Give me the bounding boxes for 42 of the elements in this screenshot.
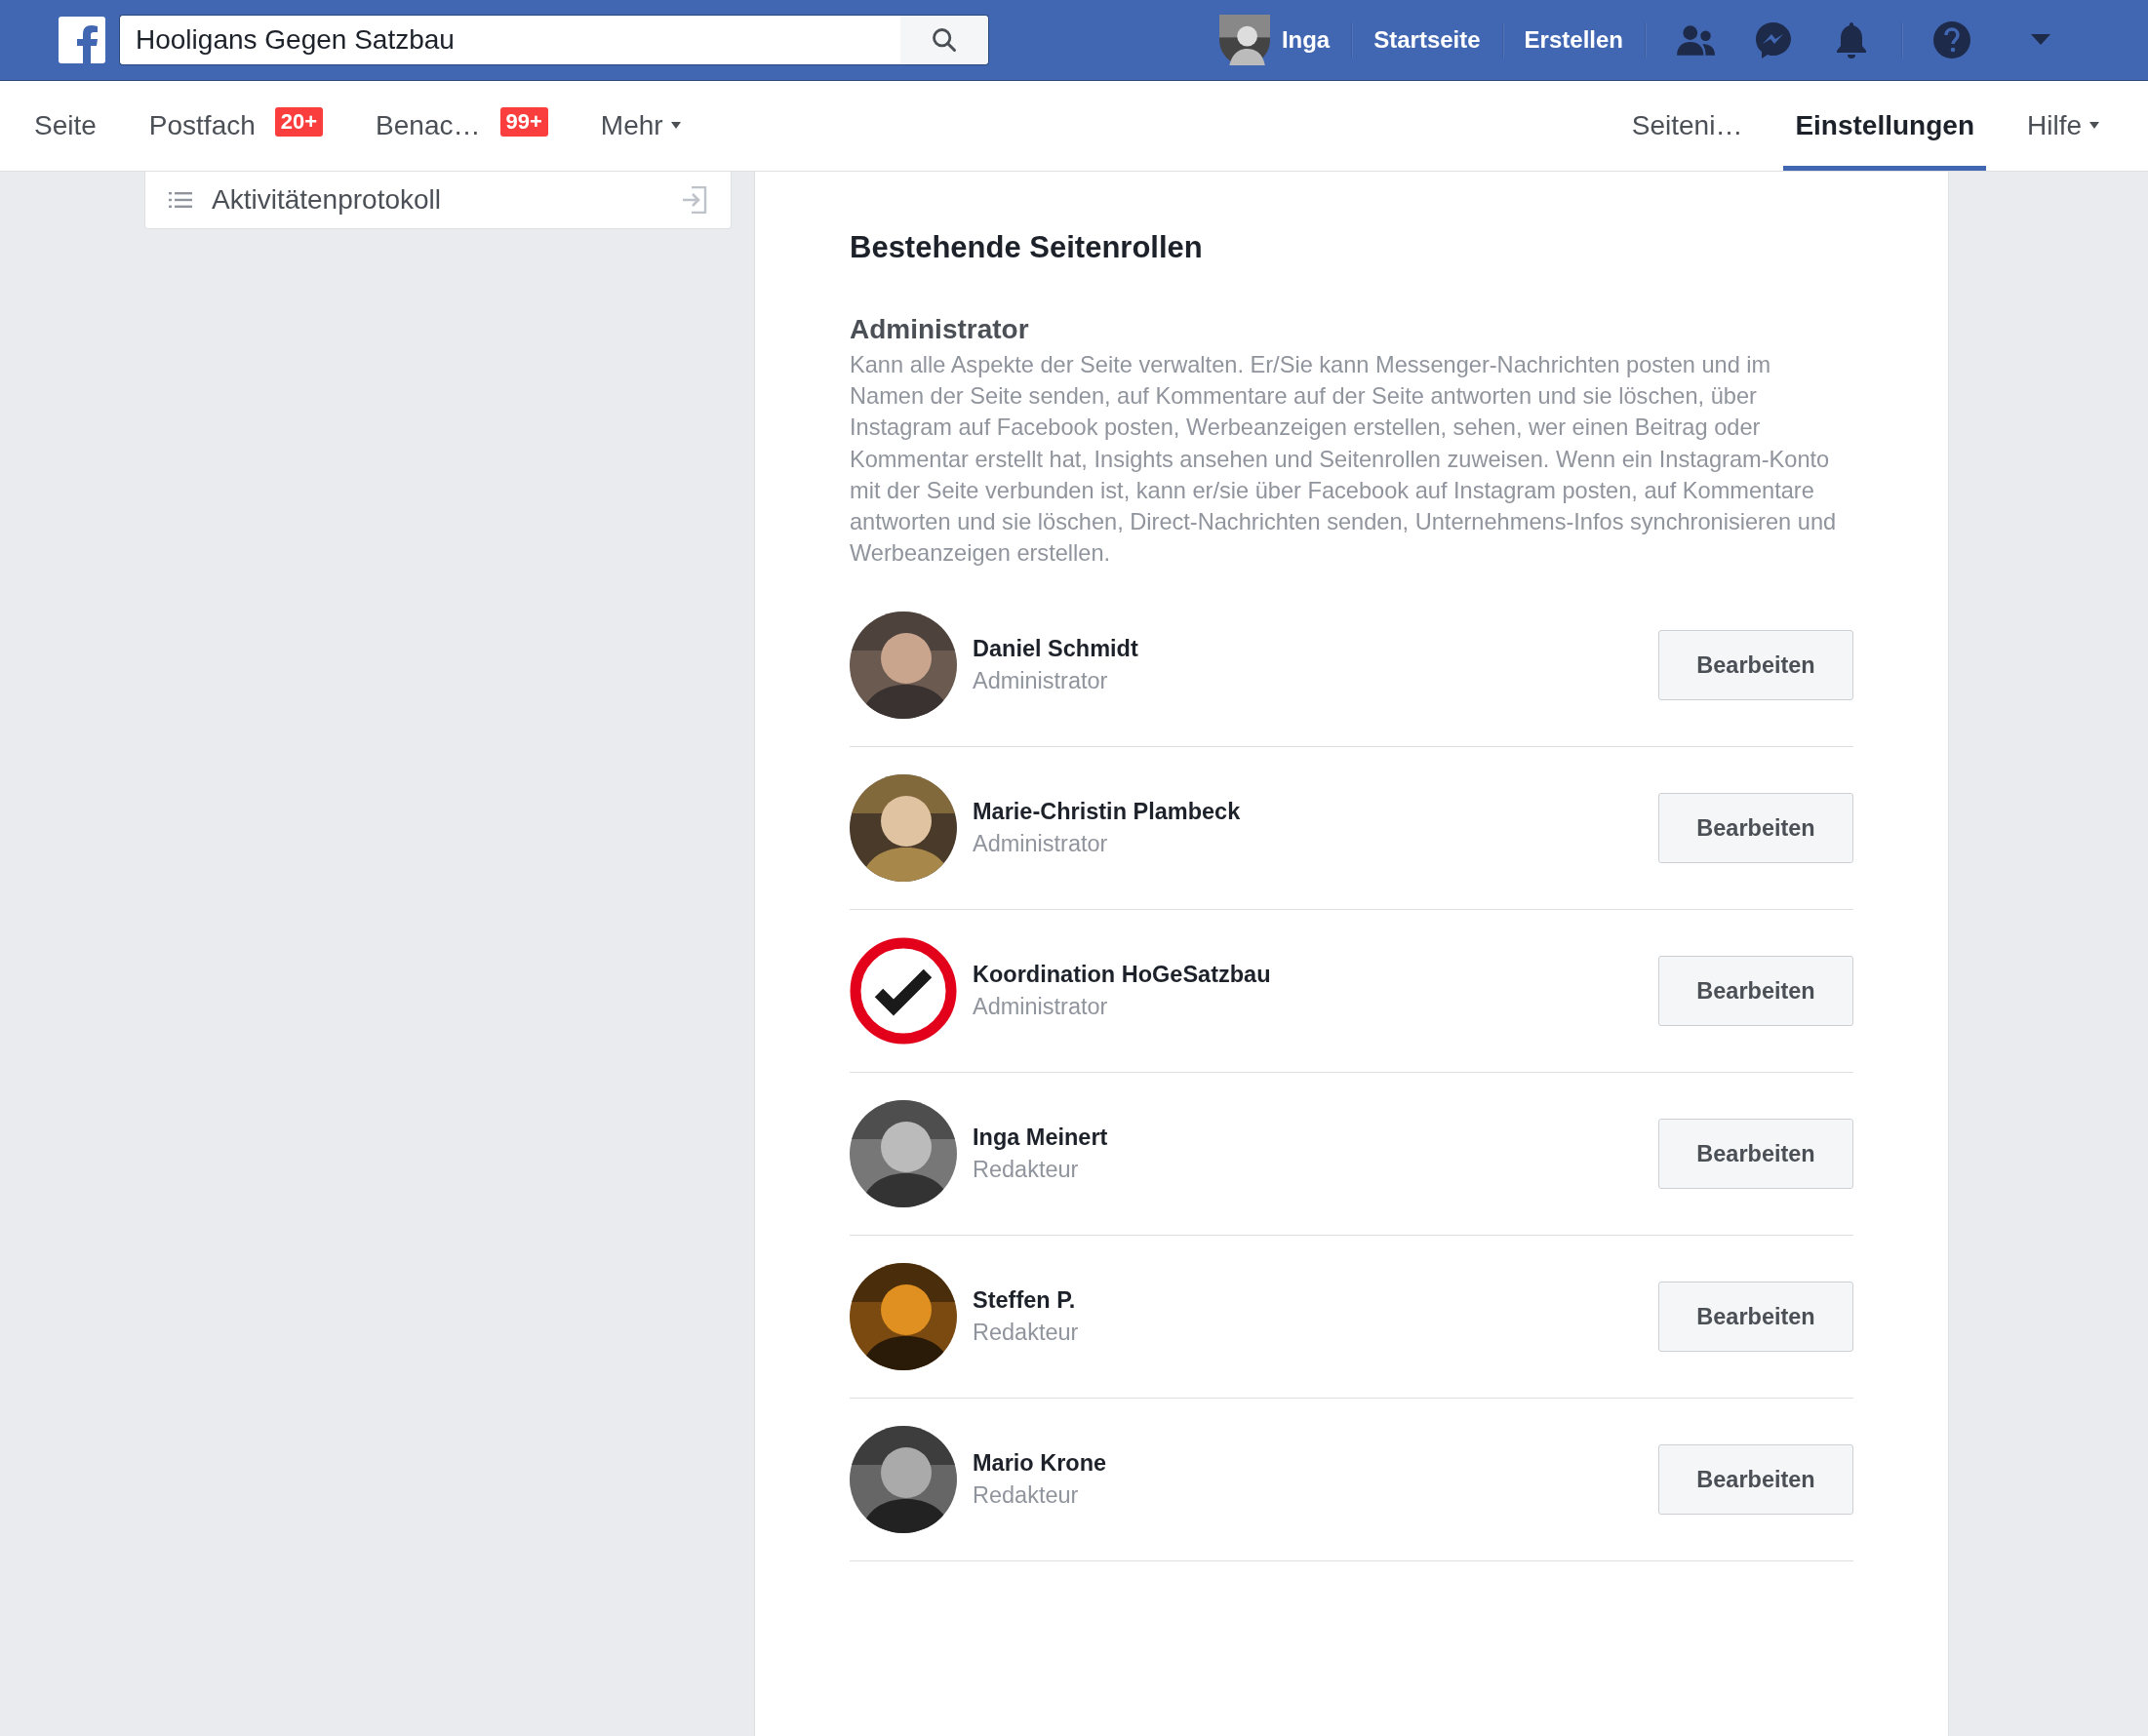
count-badge: 99+ [499, 107, 548, 137]
member-role: Administrator [973, 831, 1108, 858]
member-name[interactable]: Inga Meinert [973, 1124, 1108, 1152]
caret-icon[interactable] [2031, 34, 2050, 46]
member-name[interactable]: Koordination HoGeSatzbau [973, 962, 1271, 989]
edit-button[interactable]: Bearbeiten [1658, 793, 1853, 864]
profile-link[interactable]: Inga [1218, 15, 1331, 65]
member-role: Redakteur [973, 1157, 1079, 1184]
role-title: Administrator [850, 314, 1030, 345]
member-name[interactable]: Daniel Schmidt [973, 636, 1138, 663]
member-role: Administrator [973, 994, 1108, 1021]
list-icon [169, 191, 192, 209]
nav-link[interactable]: Erstellen [1524, 26, 1623, 54]
edit-button[interactable]: Bearbeiten [1658, 956, 1853, 1027]
enter-icon [682, 186, 707, 214]
member-role: Administrator [973, 668, 1108, 695]
member-name[interactable]: Mario Krone [973, 1450, 1107, 1478]
member-name[interactable]: Steffen P. [973, 1287, 1076, 1315]
edit-button[interactable]: Bearbeiten [1658, 630, 1853, 701]
page-tab[interactable]: Seiteni… [1619, 81, 1755, 171]
page-tab[interactable]: Mehr [588, 81, 693, 171]
member-role: Redakteur [973, 1482, 1079, 1510]
caret-icon [670, 122, 681, 130]
section-heading: Bestehende Seitenrollen [850, 230, 1204, 265]
edit-button[interactable]: Bearbeiten [1658, 1282, 1853, 1353]
help-icon[interactable] [1931, 20, 1972, 59]
page-tab[interactable]: Postfach 20+ [137, 81, 336, 171]
member-name[interactable]: Marie-Christin Plambeck [973, 799, 1241, 826]
nav-link[interactable]: Startseite [1373, 26, 1481, 54]
role-description: Kann alle Aspekte der Seite verwalten. Er/Sie kann Messenger-Nachrichten posten und im Namen der Seite senden, auf Kommentare auf der Seite antworten und sie löschen, über Instagram auf Facebook posten, Werbeanzeigen erstellen, sehen, wer einen Beitrag oder Kommentar erstellt hat, Insights ansehen und Seitenrollen zuweisen. Wenn ein Instagram-Konto mit der Seite verbunden ist, kann er/sie über Facebook auf Instagram posten, auf Kommentare antworten und sie löschen, Direct-Nachrichten senden, Unternehmens-Infos synchronisieren und Werbeanzeigen erstellen. [850, 351, 1838, 569]
edit-button[interactable]: Bearbeiten [1658, 1119, 1853, 1190]
sidebar-item[interactable]: Aktivitätenprotokoll [145, 172, 731, 228]
caret-icon [2089, 122, 2099, 130]
page-tab[interactable]: Seite [22, 81, 108, 171]
edit-button[interactable]: Bearbeiten [1658, 1444, 1853, 1516]
count-badge: 20+ [274, 107, 324, 137]
messenger-icon[interactable] [1753, 20, 1794, 59]
page-tab[interactable]: Hilfe [2015, 81, 2111, 171]
page-tab[interactable]: Benac… 99+ [364, 81, 560, 171]
member-role: Redakteur [973, 1320, 1079, 1347]
check-logo-icon [850, 937, 957, 1046]
logo-icon[interactable] [59, 17, 105, 63]
